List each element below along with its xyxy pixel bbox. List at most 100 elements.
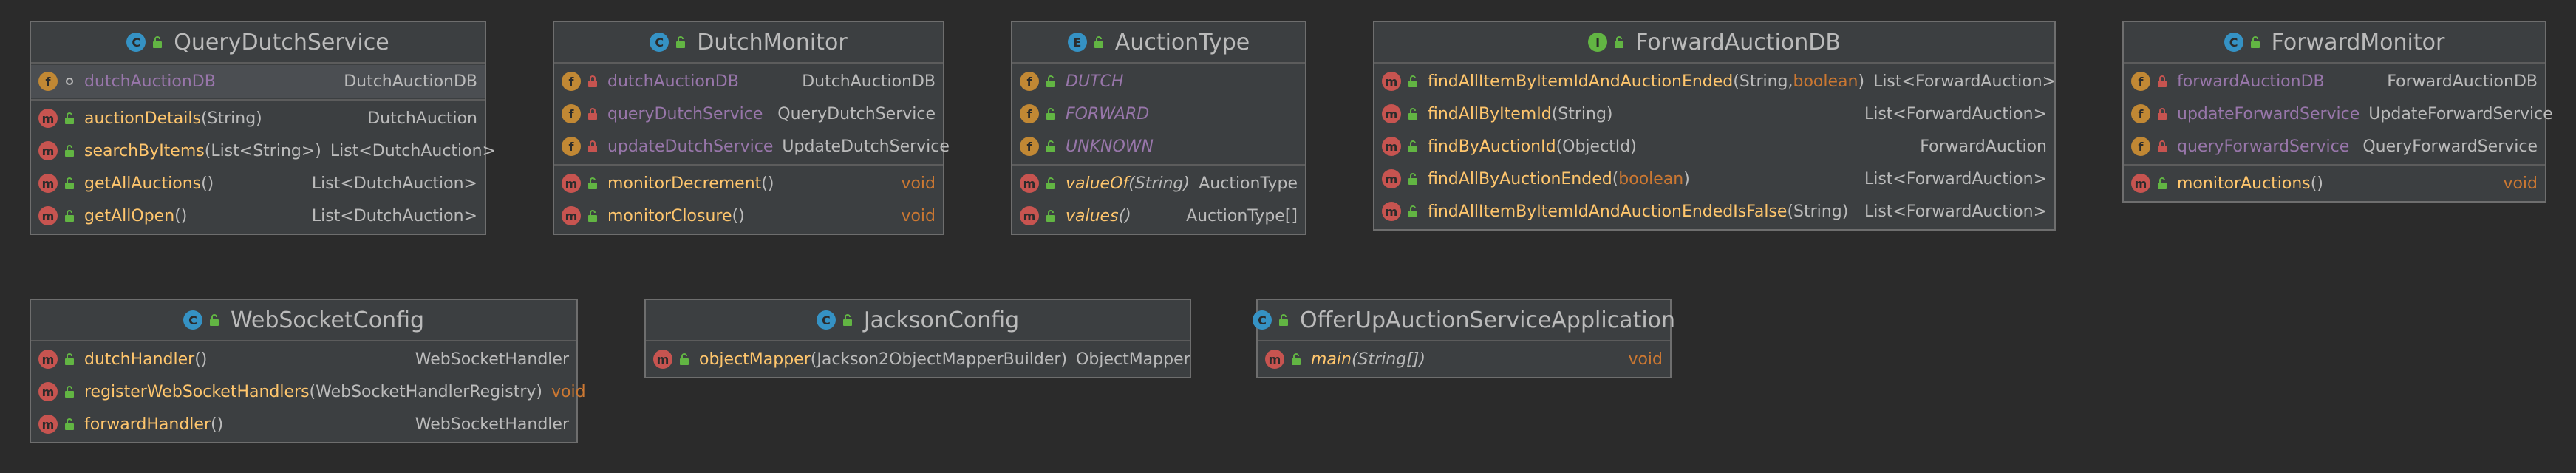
- field-name: dutchAuctionDB: [607, 72, 739, 91]
- method-row[interactable]: m getAllOpen() List<DutchAuction>: [31, 200, 485, 232]
- method-row[interactable]: m monitorAuctions() void: [2124, 167, 2545, 200]
- method-row[interactable]: m registerWebSocketHandlers (WebSocketHand…: [31, 375, 586, 408]
- method-name: forwardHandler: [84, 415, 211, 434]
- method-name: findByAuctionId: [1428, 137, 1556, 156]
- public-unlock-icon: [2249, 35, 2261, 49]
- field-row[interactable]: f FORWARD: [1012, 98, 1305, 130]
- field-row[interactable]: f dutchAuctionDB DutchAuctionDB: [31, 65, 485, 98]
- public-unlock-icon: [64, 144, 75, 157]
- field-name: forwardAuctionDB: [2177, 72, 2325, 91]
- class-icon: C: [2224, 33, 2243, 52]
- public-unlock-icon: [208, 313, 220, 327]
- method-params: (WebSocketHandlerRegistry): [309, 382, 542, 401]
- method-params: (): [1118, 206, 1131, 225]
- fields-section: f forwardAuctionDB ForwardAuctionDB f update…: [2124, 64, 2553, 166]
- field-row[interactable]: f DUTCH: [1012, 65, 1305, 98]
- method-row[interactable]: m auctionDetails (String) DutchAuction: [31, 102, 485, 135]
- class-box[interactable]: I ForwardAuctionDB m findAllItemByItemIdAnd…: [1373, 21, 2056, 231]
- private-lock-icon: [587, 75, 599, 88]
- public-unlock-icon: [64, 385, 75, 398]
- method-params: (String,: [1733, 72, 1793, 91]
- method-icon: m: [1382, 104, 1401, 123]
- method-row[interactable]: m monitorDecrement() void: [554, 167, 943, 200]
- field-row[interactable]: f queryForwardService QueryForwardService: [2124, 130, 2545, 163]
- method-return-type: List<ForwardAuction>: [1873, 72, 2057, 91]
- method-icon: m: [1382, 72, 1401, 91]
- class-icon: C: [650, 33, 669, 52]
- method-row[interactable]: m objectMapper (Jackson2ObjectMapperBuilde…: [646, 343, 1190, 375]
- class-title: DutchMonitor: [697, 29, 848, 55]
- method-return-type: List<DutchAuction>: [311, 174, 477, 193]
- field-row[interactable]: f UNKNOWN: [1012, 130, 1305, 163]
- private-lock-icon: [2156, 140, 2168, 153]
- class-header[interactable]: C OfferUpAuctionServiceApplication: [1252, 300, 1675, 341]
- method-icon: m: [1382, 137, 1401, 156]
- method-params: (String[]): [1351, 350, 1425, 369]
- method-name: registerWebSocketHandlers: [84, 382, 310, 401]
- methods-section: m findAllItemByItemIdAndAuctionEnded (Stri…: [1374, 64, 2057, 229]
- public-unlock-icon: [1407, 172, 1419, 186]
- method-row[interactable]: m findAllItemByItemIdAndAuctionEnded (Stri…: [1374, 65, 2057, 98]
- public-unlock-icon: [2156, 177, 2168, 190]
- class-header[interactable]: E AuctionType: [1012, 22, 1305, 64]
- field-row[interactable]: f forwardAuctionDB ForwardAuctionDB: [2124, 65, 2545, 98]
- class-box[interactable]: C DutchMonitor f dutchAuctionDB DutchAuction…: [553, 21, 950, 235]
- method-row[interactable]: m main (String[]) void: [1258, 343, 1670, 375]
- method-row[interactable]: m findAllItemByItemIdAndAuctionEndedIsFal…: [1374, 195, 2054, 228]
- class-box[interactable]: C ForwardMonitor f forwardAuctionDB ForwardA…: [2122, 21, 2553, 203]
- class-box[interactable]: C QueryDutchService f dutchAuctionDB DutchAu…: [30, 21, 496, 235]
- public-unlock-icon: [1045, 209, 1057, 222]
- class-box[interactable]: C OfferUpAuctionServiceApplication m main (S…: [1252, 299, 1675, 378]
- method-name: findAllItemByItemIdAndAuctionEnded: [1428, 72, 1734, 91]
- class-box[interactable]: C WebSocketConfig m dutchHandler() WebSocket…: [30, 299, 586, 443]
- class-header[interactable]: C DutchMonitor: [554, 22, 943, 64]
- method-row[interactable]: m forwardHandler() WebSocketHandler: [31, 408, 576, 440]
- field-type: QueryForwardService: [2362, 137, 2538, 156]
- class-header[interactable]: I ForwardAuctionDB: [1374, 22, 2054, 64]
- class-header[interactable]: C WebSocketConfig: [31, 300, 576, 341]
- method-row[interactable]: m getAllAuctions() List<DutchAuction>: [31, 167, 485, 200]
- method-return-type: List<DutchAuction>: [330, 141, 496, 160]
- field-row[interactable]: f updateDutchService UpdateDutchService: [554, 130, 950, 163]
- method-return-type: DutchAuction: [367, 109, 477, 128]
- method-name: monitorAuctions: [2177, 174, 2311, 193]
- class-header[interactable]: C QueryDutchService: [31, 22, 485, 64]
- method-row[interactable]: m dutchHandler() WebSocketHandler: [31, 343, 576, 375]
- public-unlock-icon: [1613, 35, 1625, 49]
- public-unlock-icon: [64, 177, 75, 190]
- field-row[interactable]: f queryDutchService QueryDutchService: [554, 98, 943, 130]
- class-box[interactable]: E AuctionType f DUTCH f FORWARD f UNKNOWN m value…: [1011, 21, 1306, 235]
- method-return-type: List<DutchAuction>: [311, 206, 477, 225]
- methods-section: m main (String[]) void: [1258, 341, 1670, 377]
- class-title: ForwardAuctionDB: [1635, 29, 1841, 55]
- method-return-type: ForwardAuction: [1920, 137, 2047, 156]
- method-row[interactable]: m findByAuctionId (ObjectId) ForwardAuction: [1374, 130, 2054, 163]
- class-header[interactable]: C ForwardMonitor: [2124, 22, 2545, 64]
- package-visibility-icon: [64, 75, 75, 88]
- method-row[interactable]: m valueOf (String) AuctionType: [1012, 167, 1305, 200]
- method-icon: m: [38, 109, 58, 128]
- method-row[interactable]: m values() AuctionType[]: [1012, 200, 1305, 232]
- field-row[interactable]: f dutchAuctionDB DutchAuctionDB: [554, 65, 943, 98]
- method-params: (ObjectId): [1556, 137, 1637, 156]
- class-box[interactable]: C JacksonConfig m objectMapper (Jackson2Obje…: [644, 299, 1191, 378]
- method-name: searchByItems: [84, 141, 205, 160]
- param-keyword: boolean: [1618, 169, 1684, 188]
- public-unlock-icon: [1407, 140, 1419, 153]
- class-icon: C: [126, 33, 146, 52]
- method-name: findAllItemByItemIdAndAuctionEndedIsFals…: [1428, 202, 1788, 221]
- method-row[interactable]: m searchByItems (List<String>) List<DutchAu…: [31, 135, 496, 167]
- method-row[interactable]: m monitorClosure() void: [554, 200, 943, 232]
- method-row[interactable]: m findAllByItemId (String) List<ForwardAuct…: [1374, 98, 2054, 130]
- public-unlock-icon: [678, 353, 690, 366]
- method-name: objectMapper: [699, 350, 811, 369]
- field-type: QueryDutchService: [777, 104, 936, 123]
- method-row[interactable]: m findAllByAuctionEnded(boolean) List<Forw…: [1374, 163, 2054, 195]
- field-row[interactable]: f updateForwardService UpdateForwardServic…: [2124, 98, 2553, 130]
- method-icon: m: [38, 382, 58, 401]
- param-keyword: boolean: [1793, 72, 1858, 91]
- field-name: updateDutchService: [607, 137, 774, 156]
- class-header[interactable]: C JacksonConfig: [646, 300, 1190, 341]
- field-icon: f: [38, 72, 58, 91]
- public-unlock-icon: [64, 353, 75, 366]
